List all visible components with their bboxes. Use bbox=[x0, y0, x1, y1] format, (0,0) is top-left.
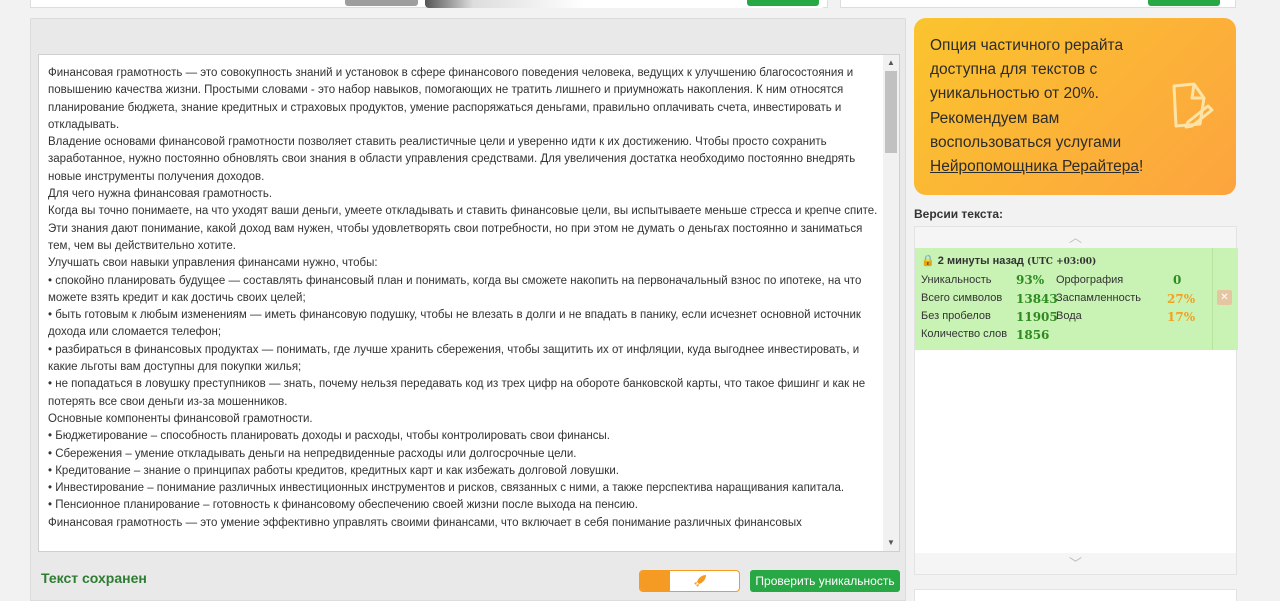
nospace-value: 11905 bbox=[1016, 310, 1058, 324]
chars-value: 13843 bbox=[1016, 292, 1058, 306]
scroll-up-arrow-icon[interactable]: ▲ bbox=[883, 55, 899, 71]
toggle-fill bbox=[640, 571, 670, 591]
editor-paragraph: • спокойно планировать будущее — составл… bbox=[48, 274, 862, 304]
saved-status: Текст сохранен bbox=[41, 570, 147, 586]
uniqueness-label: Уникальность bbox=[921, 274, 992, 286]
chevron-down-icon[interactable]: ﹀ bbox=[915, 553, 1236, 574]
editor-paragraph: Для чего нужна финансовая грамотность. bbox=[48, 188, 273, 201]
versions-list: ︿ 🔒 2 минуты назад (UTC +03:00) Уникальн… bbox=[914, 226, 1238, 575]
top-green-button[interactable] bbox=[747, 0, 819, 6]
editor-panel: Финансовая грамотность — это совокупност… bbox=[30, 18, 906, 601]
document-pen-icon bbox=[1172, 82, 1214, 129]
version-item[interactable]: 🔒 2 минуты назад (UTC +03:00) Уникальнос… bbox=[915, 248, 1212, 350]
water-value: 17% bbox=[1167, 310, 1196, 324]
check-uniqueness-button[interactable]: Проверить уникальность bbox=[750, 570, 900, 592]
editor-paragraph: Улучшать свои навыки управления финансам… bbox=[48, 257, 378, 270]
editor-content[interactable]: Финансовая грамотность — это совокупност… bbox=[48, 65, 882, 532]
editor-paragraph: • Инвестирование – понимание различных и… bbox=[48, 482, 845, 495]
chars-label: Всего символов bbox=[921, 292, 1003, 304]
promo-suffix: ! bbox=[1139, 158, 1144, 176]
rocket-icon bbox=[694, 575, 706, 587]
versions-title: Версии текста: bbox=[914, 207, 1004, 221]
promo-message: Опция частичного рерайта доступна для те… bbox=[930, 37, 1124, 151]
words-value: 1856 bbox=[1016, 328, 1050, 342]
uniqueness-value: 93% bbox=[1016, 273, 1045, 287]
scroll-down-arrow-icon[interactable]: ▼ bbox=[883, 535, 899, 551]
editor-paragraph: • быть готовым к любым изменениям — имет… bbox=[48, 309, 861, 339]
promo-link[interactable]: Нейропомощника Рерайтера bbox=[930, 158, 1139, 175]
spelling-value: 0 bbox=[1173, 273, 1182, 287]
editor-scrollbar[interactable]: ▲ ▼ bbox=[883, 55, 899, 551]
scroll-thumb[interactable] bbox=[885, 71, 897, 153]
version-time: 🔒 2 минуты назад (UTC +03:00) bbox=[921, 254, 1096, 267]
rewrite-toggle[interactable] bbox=[639, 570, 740, 592]
editor-paragraph: • Пенсионное планирование – готовность к… bbox=[48, 499, 638, 512]
version-time-text: 2 минуты назад bbox=[937, 255, 1024, 267]
editor-paragraph: • Бюджетирование – способность планирова… bbox=[48, 430, 610, 443]
water-label: Вода bbox=[1056, 310, 1082, 322]
spelling-label: Орфография bbox=[1056, 274, 1124, 286]
editor-paragraph: Владение основами финансовой грамотности… bbox=[48, 136, 856, 183]
editor-paragraph: Финансовая грамотность — это умение эффе… bbox=[48, 516, 802, 529]
editor-paragraph: • разбираться в финансовых продуктах — п… bbox=[48, 343, 860, 374]
editor-paragraph: • Сбережения – умение откладывать деньги… bbox=[48, 447, 577, 460]
top-right-green-button[interactable] bbox=[1148, 0, 1220, 6]
editor-paragraph: • не попадаться в ловушку преступников —… bbox=[48, 378, 866, 408]
top-toolbar bbox=[30, 0, 1236, 10]
words-label: Количество слов bbox=[921, 328, 1008, 340]
promo-text: Опция частичного рерайта доступна для те… bbox=[930, 34, 1180, 179]
chevron-up-icon[interactable]: ︿ bbox=[915, 227, 1236, 248]
editor-paragraph: Когда вы точно понимаете, на что уходят … bbox=[48, 205, 878, 252]
editor-paragraph: Финансовая грамотность — это совокупност… bbox=[48, 67, 854, 131]
bottom-panel bbox=[914, 589, 1237, 601]
text-editor[interactable]: Финансовая грамотность — это совокупност… bbox=[38, 54, 900, 552]
spam-value: 27% bbox=[1167, 292, 1196, 306]
spam-label: Заспамленность bbox=[1056, 292, 1141, 304]
close-icon[interactable]: ✕ bbox=[1217, 290, 1232, 305]
delete-version-button[interactable]: ✕ bbox=[1212, 248, 1238, 350]
editor-paragraph: • Кредитование – знание о принципах рабо… bbox=[48, 464, 619, 477]
lock-icon: 🔒 bbox=[921, 255, 935, 267]
editor-paragraph: Основные компоненты финансовой грамотнос… bbox=[48, 412, 313, 425]
top-gray-button[interactable] bbox=[345, 0, 418, 6]
promo-banner: Опция частичного рерайта доступна для те… bbox=[914, 18, 1236, 195]
nospace-label: Без пробелов bbox=[921, 310, 991, 322]
version-timezone: (UTC +03:00) bbox=[1026, 257, 1097, 267]
